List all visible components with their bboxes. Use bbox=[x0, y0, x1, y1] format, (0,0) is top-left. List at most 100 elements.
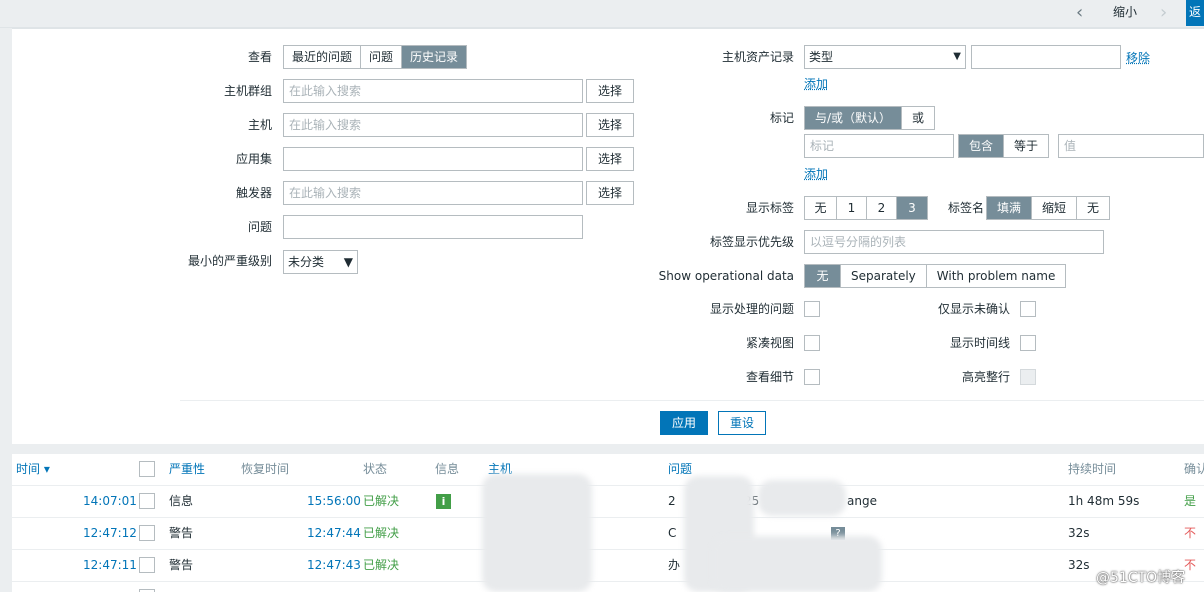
redaction-blur bbox=[712, 536, 882, 592]
triggers-select-button[interactable]: 选择 bbox=[586, 181, 634, 205]
row-problem-start[interactable]: 2 bbox=[668, 486, 676, 517]
show-tags-2[interactable]: 2 bbox=[867, 197, 897, 219]
row-checkbox[interactable] bbox=[139, 557, 155, 573]
table-row: 12:47:12 警告 12:47:44 已解决 C C ? 32s 不 bbox=[12, 517, 1204, 549]
select-all-checkbox[interactable] bbox=[139, 461, 155, 477]
inventory-label: 主机资产记录 bbox=[721, 50, 794, 64]
tags-label: 标记 bbox=[769, 111, 794, 125]
show-tags-1[interactable]: 1 bbox=[837, 197, 867, 219]
tag-name-none[interactable]: 无 bbox=[1077, 197, 1109, 219]
row-ack[interactable]: 不 bbox=[1184, 518, 1196, 549]
triggers-input[interactable]: 在此输入搜索 bbox=[283, 181, 583, 205]
host-groups-input[interactable]: 在此输入搜索 bbox=[283, 79, 583, 103]
table-row bbox=[12, 581, 1204, 592]
chevron-left-icon[interactable]: ‹ bbox=[1076, 2, 1083, 24]
host-groups-label: 主机群组 bbox=[223, 84, 272, 98]
dropdown-arrow-icon: ▼ bbox=[953, 51, 961, 62]
tag-operator-equals[interactable]: 等于 bbox=[1004, 135, 1048, 157]
show-tags-3[interactable]: 3 bbox=[897, 197, 927, 219]
view-option-history[interactable]: 历史记录 bbox=[402, 46, 467, 68]
chevron-right-icon[interactable]: › bbox=[1160, 2, 1167, 24]
column-header-time[interactable]: 时间 ▾ bbox=[16, 454, 50, 484]
column-header-recovery-time: 恢复时间 bbox=[241, 462, 290, 476]
highlight-row-label: 高亮整行 bbox=[961, 370, 1010, 384]
show-tags-control: 无 1 2 3 bbox=[804, 196, 928, 220]
operational-data-none[interactable]: 无 bbox=[805, 265, 841, 287]
filter-panel: 查看 最近的问题 问题 历史记录 主机群组 在此输入搜索 选择 主机 在此输入搜… bbox=[12, 28, 1204, 444]
column-header-info: 信息 bbox=[435, 462, 460, 476]
show-details-checkbox[interactable] bbox=[804, 369, 820, 385]
tag-operator-contains[interactable]: 包含 bbox=[959, 135, 1005, 157]
row-checkbox[interactable] bbox=[139, 493, 155, 509]
inventory-remove-link[interactable]: 移除 bbox=[1126, 49, 1150, 66]
min-severity-value: 未分类 bbox=[288, 255, 325, 269]
compact-view-checkbox[interactable] bbox=[804, 335, 820, 351]
row-time[interactable]: 14:07:01 bbox=[83, 486, 137, 517]
row-duration: 32s bbox=[1068, 558, 1090, 572]
table-row: 12:47:11 警告 12:47:43 已解决 办 32s 不 bbox=[12, 549, 1204, 581]
tags-evaltype-control: 与/或（默认） 或 bbox=[804, 106, 936, 130]
top-bar: ‹ 缩小 › 返 bbox=[0, 0, 1204, 28]
unack-only-checkbox[interactable] bbox=[1020, 301, 1036, 317]
show-tags-none[interactable]: 无 bbox=[805, 197, 837, 219]
inventory-value-input[interactable] bbox=[971, 45, 1121, 69]
row-status: 已解决 bbox=[363, 526, 400, 540]
problem-label: 问题 bbox=[247, 220, 272, 234]
inventory-type-value: 类型 bbox=[809, 50, 834, 64]
view-label: 查看 bbox=[247, 50, 272, 64]
tag-operator-control: 包含 等于 bbox=[958, 134, 1050, 158]
inventory-type-select[interactable]: 类型 ▼ bbox=[804, 45, 966, 69]
operational-data-separately[interactable]: Separately bbox=[841, 265, 927, 287]
row-ack[interactable]: 是 bbox=[1184, 486, 1196, 517]
show-timeline-checkbox[interactable] bbox=[1020, 335, 1036, 351]
show-timeline-label: 显示时间线 bbox=[949, 336, 1010, 350]
hosts-input[interactable]: 在此输入搜索 bbox=[283, 113, 583, 137]
hosts-select-button[interactable]: 选择 bbox=[586, 113, 634, 137]
tag-name-short[interactable]: 缩短 bbox=[1032, 197, 1078, 219]
row-recovery-time[interactable]: 15:56:00 bbox=[307, 486, 361, 517]
row-problem-start[interactable]: 办 bbox=[668, 550, 680, 581]
problems-table: 时间 ▾ 严重性 恢复时间 状态 信息 主机 问题 持续时间 确认 14:07:… bbox=[12, 454, 1204, 592]
view-option-recent[interactable]: 最近的问题 bbox=[284, 46, 362, 68]
tag-name-input[interactable]: 标记 bbox=[804, 134, 954, 158]
tag-priority-label: 标签显示优先级 bbox=[709, 235, 794, 249]
info-icon[interactable]: i bbox=[436, 494, 451, 509]
tag-priority-input[interactable]: 以逗号分隔的列表 bbox=[804, 230, 1104, 254]
filter-divider bbox=[180, 400, 1204, 401]
row-problem-end[interactable]: ange bbox=[847, 486, 877, 517]
hosts-label: 主机 bbox=[247, 118, 272, 132]
application-select-button[interactable]: 选择 bbox=[586, 147, 634, 171]
min-severity-select[interactable]: 未分类 ▼ bbox=[283, 250, 358, 274]
host-groups-select-button[interactable]: 选择 bbox=[586, 79, 634, 103]
row-time[interactable]: 12:47:11 bbox=[83, 550, 137, 581]
show-suppressed-label: 显示处理的问题 bbox=[709, 302, 794, 316]
problem-input[interactable] bbox=[283, 215, 583, 239]
zoom-out-button[interactable]: 缩小 bbox=[1113, 4, 1137, 20]
tag-value-input[interactable]: 值 bbox=[1058, 134, 1204, 158]
row-ack[interactable]: 不 bbox=[1184, 550, 1196, 581]
inventory-add-link[interactable]: 添加 bbox=[804, 75, 828, 92]
reset-button[interactable]: 重设 bbox=[718, 411, 766, 435]
tag-name-format-label: 标签名 bbox=[947, 201, 984, 215]
tag-name-full[interactable]: 填满 bbox=[987, 197, 1033, 219]
apply-button[interactable]: 应用 bbox=[660, 411, 708, 435]
operational-data-with-name[interactable]: With problem name bbox=[927, 265, 1066, 287]
row-time[interactable]: 12:47:12 bbox=[83, 518, 137, 549]
tags-add-link[interactable]: 添加 bbox=[804, 165, 828, 182]
row-recovery-time[interactable]: 12:47:43 bbox=[307, 550, 361, 581]
tag-name-format-control: 填满 缩短 无 bbox=[986, 196, 1111, 220]
unack-only-label: 仅显示未确认 bbox=[937, 302, 1010, 316]
show-suppressed-checkbox[interactable] bbox=[804, 301, 820, 317]
column-header-severity[interactable]: 严重性 bbox=[169, 454, 205, 484]
row-checkbox[interactable] bbox=[139, 525, 155, 541]
triggers-label: 触发器 bbox=[235, 186, 272, 200]
row-problem-start[interactable]: C bbox=[668, 518, 676, 549]
application-input[interactable] bbox=[283, 147, 583, 171]
highlight-row-checkbox bbox=[1020, 369, 1036, 385]
row-recovery-time[interactable]: 12:47:44 bbox=[307, 518, 361, 549]
view-option-problems[interactable]: 问题 bbox=[361, 46, 403, 68]
corner-button[interactable]: 返 bbox=[1186, 0, 1204, 26]
tags-evaltype-or[interactable]: 或 bbox=[902, 107, 934, 129]
application-label: 应用集 bbox=[235, 152, 272, 166]
tags-evaltype-and-or[interactable]: 与/或（默认） bbox=[805, 107, 903, 129]
